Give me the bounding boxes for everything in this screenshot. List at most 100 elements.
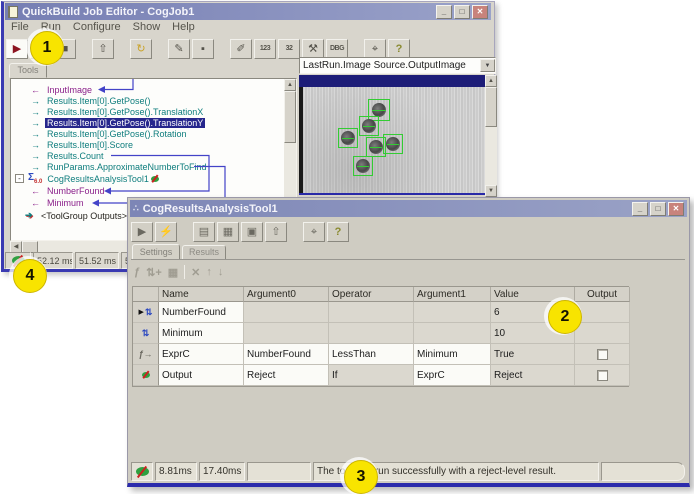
table-row-output: Output Reject If ExprC Reject [133,365,628,386]
cell-argument1 [414,323,491,344]
cell-argument0[interactable]: NumberFound [244,344,329,365]
row-header[interactable]: ƒ→ [133,344,159,365]
table-row-exprc: ƒ→ ExprC NumberFound LessThan Minimum Tr… [133,344,628,365]
row-header[interactable]: ▶⇅ [133,302,159,323]
main-titlebar[interactable]: QuickBuild Job Editor - CogJob1 _ □ ✕ [5,3,491,20]
tree-expander-icon[interactable]: - [15,174,24,183]
run-tool-button[interactable]: ▶ [131,222,153,242]
table-header-row: Name Argument0 Operator Argument1 Value … [133,287,628,302]
move-up-button[interactable]: ↑ [206,266,212,278]
output-arrow-icon: → [31,107,45,117]
detection-box [359,116,379,136]
callout-badge-2: 2 [548,300,582,334]
column-header-operator[interactable]: Operator [329,287,414,302]
edit-control-button[interactable]: ✐ [230,39,252,59]
electric-run-button[interactable]: ⚡ [155,222,177,242]
minimize-icon[interactable]: _ [436,5,452,19]
close-icon[interactable]: ✕ [668,202,684,216]
tree-item-numberfound[interactable]: ←NumberFound [11,185,284,197]
child-toolbar: ▶ ⚡ ▤ ▦ ▣ ⇧ ⌖ ? [131,219,685,244]
cell-name[interactable]: NumberFound [159,302,244,323]
tab-settings[interactable]: Settings [132,244,180,260]
column-header-argument0[interactable]: Argument0 [244,287,329,302]
refresh-icon[interactable]: ↻ [130,39,152,59]
tree-item-results-count[interactable]: →Results.Count [11,150,284,161]
column-header-name[interactable]: Name [159,287,244,302]
tree-item-score[interactable]: →Results.Item[0].Score [11,139,284,150]
scroll-down-icon: ▼ [485,185,497,197]
help-icon[interactable]: ? [327,222,349,242]
image-vertical-scrollbar[interactable]: ▲ ▼ [485,75,497,197]
child-titlebar[interactable]: ∴ CogResultsAnalysisTool1 _ □ ✕ [130,200,687,217]
output-checkbox[interactable] [597,370,608,381]
formula-icon: ƒ→ [138,349,152,359]
cell-argument1[interactable]: ExprC [414,365,491,386]
tree-item-rotation[interactable]: →Results.Item[0].GetPose().Rotation [11,128,284,139]
cell-argument0[interactable]: Reject [244,365,329,386]
app-icon [8,6,18,18]
add-formula-button[interactable]: ƒ [134,266,140,278]
child-statusbar: 8.81ms 17.40ms The tool has run successf… [131,462,685,481]
output-checkbox[interactable] [597,349,608,360]
callout-badge-3: 3 [344,460,378,494]
tools-hammer-icon[interactable]: ⚒ [302,39,324,59]
scroll-up-icon: ▲ [284,79,296,91]
expression-grid-toolbar: ƒ ⇅+ ▦ ✕ ↑ ↓ [134,263,223,281]
tree-item-translationx[interactable]: →Results.Item[0].GetPose().TranslationX [11,106,284,117]
image-record-selector[interactable]: LastRun.Image Source.OutputImage ▼ [299,57,496,74]
cell-argument1[interactable]: Minimum [414,344,491,365]
brush-icon[interactable]: ✎ [168,39,190,59]
column-header-output[interactable]: Output [575,287,630,302]
delete-row-button[interactable]: ✕ [191,266,200,279]
menu-file[interactable]: File [6,21,34,36]
detection-box [338,128,358,148]
tree-item-getpose[interactable]: →Results.Item[0].GetPose() [11,95,284,106]
import-icon[interactable]: ⇧ [265,222,287,242]
menu-configure[interactable]: Configure [68,21,126,36]
row-header[interactable]: ⇅ [133,323,159,344]
minimize-icon[interactable]: _ [632,202,648,216]
tab-results[interactable]: Results [182,245,226,260]
tree-item-inputimage[interactable]: ←InputImage [11,84,284,95]
copy-results-icon[interactable]: ▣ [241,222,263,242]
cell-name[interactable]: Output [159,365,244,386]
tab-tools[interactable]: Tools [9,63,47,78]
row-header[interactable] [133,365,159,386]
tool-time-panel: 8.81ms [155,462,197,481]
input-arrow-icon: ← [31,186,45,196]
image-left-edge [299,87,303,193]
open-icon[interactable]: ▤ [193,222,215,242]
tree-item-cogresultsanalysistool1[interactable]: - Σ6.0 CogResultsAnalysisTool1 [11,172,284,185]
detach-button[interactable]: ▪ [192,39,214,59]
reset-button[interactable]: ⇧ [92,39,114,59]
display-dbg-button[interactable]: DBG [326,39,348,59]
posting-icon[interactable]: ⌖ [364,39,386,59]
help-icon[interactable]: ? [388,39,410,59]
menu-help[interactable]: Help [167,21,200,36]
detection-box [383,134,403,154]
cell-operator[interactable]: LessThan [329,344,414,365]
add-grid-button[interactable]: ▦ [168,266,178,279]
display-32-button[interactable]: 32 [278,39,300,59]
save-icon[interactable]: ▦ [217,222,239,242]
tree-item-approximatenumbertofind[interactable]: →RunParams.ApproximateNumberToFind [11,161,284,172]
run-job-button[interactable]: ▶ [6,39,28,59]
column-header-argument1[interactable]: Argument1 [414,287,491,302]
close-icon[interactable]: ✕ [472,5,488,19]
menu-show[interactable]: Show [128,21,166,36]
cell-name[interactable]: ExprC [159,344,244,365]
posting-icon[interactable]: ⌖ [303,222,325,242]
maximize-icon[interactable]: □ [650,202,666,216]
display-123-button[interactable]: 123 [254,39,276,59]
desktop: { "colors": { "titlebar_from": "#767eb3"… [0,0,694,488]
add-variable-button[interactable]: ⇅+ [146,266,162,279]
output-arrow-icon: → [31,96,45,106]
chevron-down-icon[interactable]: ▼ [480,59,495,72]
tree-item-translationy[interactable]: →Results.Item[0].GetPose().TranslationY [11,117,284,128]
reject-status-icon [136,467,149,476]
move-down-button[interactable]: ↓ [218,266,224,278]
cell-name[interactable]: Minimum [159,323,244,344]
maximize-icon[interactable]: □ [454,5,470,19]
cell-argument1 [414,302,491,323]
output-arrow-icon: → [31,162,45,172]
